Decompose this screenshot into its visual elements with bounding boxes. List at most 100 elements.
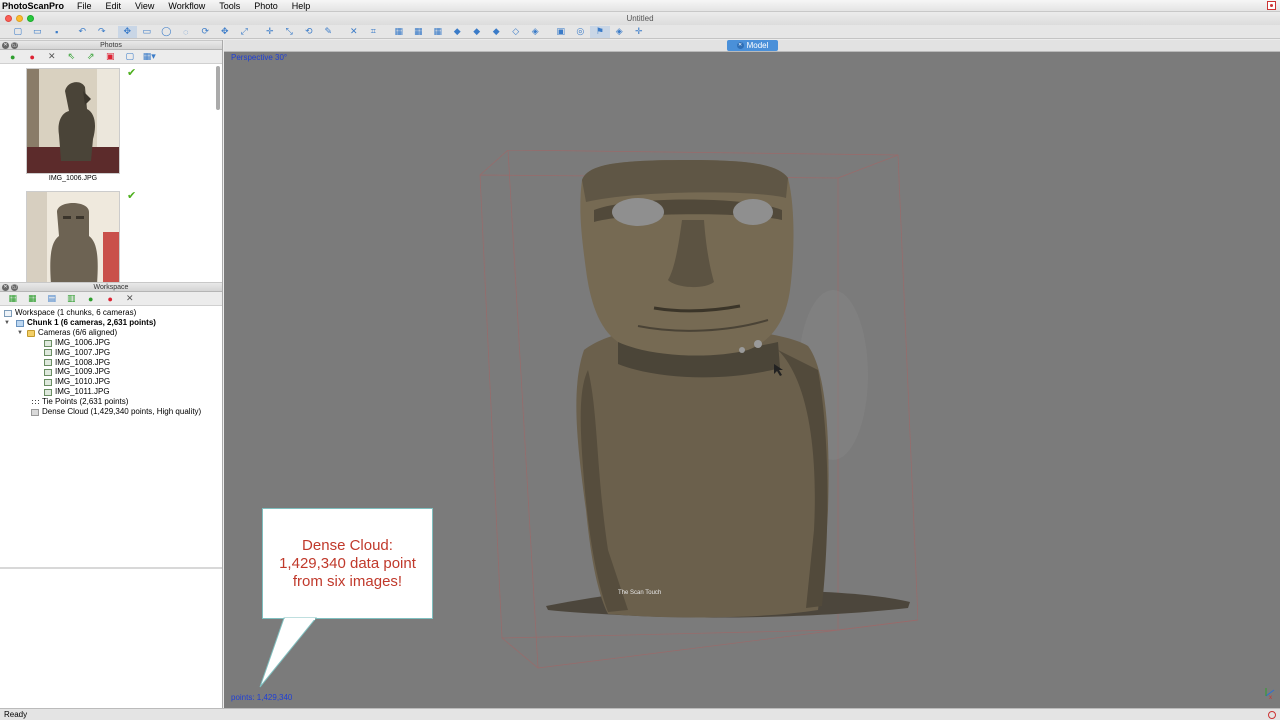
view-mode-icon[interactable]: ▦▾ xyxy=(140,51,160,62)
menu-help[interactable]: Help xyxy=(285,1,318,11)
new-icon[interactable]: ▢ xyxy=(8,26,28,38)
enable-icon[interactable]: ● xyxy=(3,52,23,62)
show-points-icon[interactable]: ▦ xyxy=(409,26,429,38)
add-folder-icon[interactable]: ▤ xyxy=(42,293,62,304)
points-count-readout: points: 1,429,340 xyxy=(231,693,293,702)
delete-icon[interactable]: ✕ xyxy=(344,26,364,38)
menu-photo[interactable]: Photo xyxy=(247,1,285,11)
callout-tail xyxy=(259,617,318,688)
photos-scrollbar[interactable] xyxy=(216,66,220,110)
tree-camera-item[interactable]: IMG_1009.JPG xyxy=(44,367,110,377)
show-model-icon[interactable]: ◆ xyxy=(448,26,468,38)
save-icon[interactable]: ▪ xyxy=(47,26,67,38)
tree-dense-cloud[interactable]: Dense Cloud (1,429,340 points, High qual… xyxy=(31,407,201,417)
open-icon[interactable]: ▭ xyxy=(28,26,48,38)
menu-workflow[interactable]: Workflow xyxy=(161,1,212,11)
menu-view[interactable]: View xyxy=(128,1,161,11)
expand-triangle-icon[interactable]: ▼ xyxy=(4,318,10,328)
float-panel-icon[interactable]: ◱ xyxy=(11,284,18,291)
tree-tie-points[interactable]: Tie Points (2,631 points) xyxy=(31,397,128,407)
photos-pane: IMG_1006.JPG ✔ ✔ xyxy=(0,64,222,282)
tree-workspace[interactable]: Workspace (1 chunks, 6 cameras) xyxy=(4,308,136,318)
rotate-right-icon[interactable]: ⇗ xyxy=(81,51,101,62)
photos-toolbar: ● ● ✕ ⇖ ⇗ ▣ ▢ ▦▾ xyxy=(0,50,222,64)
rotate-left-icon[interactable]: ⇖ xyxy=(62,51,82,62)
close-panel-icon[interactable]: ✕ xyxy=(2,42,9,49)
menu-tools[interactable]: Tools xyxy=(212,1,247,11)
merge-icon[interactable]: ▥ xyxy=(62,293,82,304)
move-region-icon[interactable]: ✛ xyxy=(260,26,280,38)
photo-thumbnail[interactable] xyxy=(26,191,120,282)
close-panel-icon[interactable]: ✕ xyxy=(2,284,9,291)
circle-select-icon[interactable]: ◯ xyxy=(157,26,177,38)
tree-cameras-folder[interactable]: ▼ Cameras (6/6 aligned) xyxy=(17,328,117,338)
tree-camera-item[interactable]: IMG_1006.JPG xyxy=(44,338,110,348)
navigate-icon[interactable]: ✥ xyxy=(117,25,137,38)
menu-edit[interactable]: Edit xyxy=(99,1,129,11)
rect-select-icon[interactable]: ▭ xyxy=(137,26,157,38)
free-select-icon[interactable]: ◌ xyxy=(176,26,196,38)
resize-region-icon[interactable]: ⤡ xyxy=(280,26,300,38)
dense-cloud-model[interactable]: The Scan Touch xyxy=(478,150,918,670)
photos-panel-title: Photos xyxy=(100,42,122,49)
rotate-region-icon[interactable]: ⟲ xyxy=(299,26,319,38)
disable-icon[interactable]: ● xyxy=(101,294,121,304)
tree-label: Chunk 1 (6 cameras, 2,631 points) xyxy=(27,318,156,327)
undo-icon[interactable]: ↶ xyxy=(73,26,93,38)
tree-camera-item[interactable]: IMG_1011.JPG xyxy=(44,387,110,397)
reset-icon[interactable]: ▣ xyxy=(101,51,121,62)
rotate-object-icon[interactable]: ⟳ xyxy=(196,26,216,38)
empty-panel xyxy=(0,567,222,708)
tree-camera-item[interactable]: IMG_1007.JPG xyxy=(44,348,110,358)
close-window-button[interactable] xyxy=(5,15,12,22)
reset-view-icon[interactable]: ✛ xyxy=(629,26,649,38)
show-shaded-icon[interactable]: ◆ xyxy=(467,26,487,38)
float-panel-icon[interactable]: ◱ xyxy=(11,42,18,49)
remove-icon[interactable]: ✕ xyxy=(120,293,140,304)
mask-icon[interactable]: ▢ xyxy=(120,51,140,62)
expand-triangle-icon[interactable]: ▼ xyxy=(17,328,23,338)
add-chunk-icon[interactable]: ▦ xyxy=(3,293,23,304)
show-textured-icon[interactable]: ◈ xyxy=(526,26,546,38)
move-object-icon[interactable]: ✥ xyxy=(215,26,235,38)
show-cameras-icon[interactable]: ▦ xyxy=(389,26,409,38)
tree-camera-item[interactable]: IMG_1010.JPG xyxy=(44,377,110,387)
notification-icon[interactable] xyxy=(1267,1,1276,10)
minimize-window-button[interactable] xyxy=(16,15,23,22)
tree-chunk[interactable]: ▼ Chunk 1 (6 cameras, 2,631 points) xyxy=(4,318,156,328)
enable-icon[interactable]: ● xyxy=(81,294,101,304)
show-dense-icon[interactable]: ▦ xyxy=(428,26,448,38)
show-trackball-icon[interactable]: ◎ xyxy=(571,26,591,38)
add-photos-icon[interactable]: ▦ xyxy=(23,293,43,304)
watermark-label: The Scan Touch xyxy=(618,590,661,596)
zoom-window-button[interactable] xyxy=(27,15,34,22)
model-tab[interactable]: ✕ Model xyxy=(727,40,778,51)
scale-object-icon[interactable]: ⤢ xyxy=(235,26,255,38)
resize-grip-icon[interactable] xyxy=(1268,711,1276,719)
window-controls xyxy=(5,15,34,22)
show-solid-icon[interactable]: ◆ xyxy=(487,26,507,38)
callout-bubble: Dense Cloud: 1,429,340 data point from s… xyxy=(262,508,433,619)
app-menu[interactable]: PhotoScanPro xyxy=(0,1,70,11)
ruler-icon[interactable]: ✎ xyxy=(319,26,339,38)
disable-icon[interactable]: ● xyxy=(23,52,43,62)
photo-thumbnail[interactable] xyxy=(26,68,120,174)
remove-icon[interactable]: ✕ xyxy=(42,51,62,62)
menu-bar: PhotoScanPro File Edit View Workflow Too… xyxy=(0,0,1280,12)
show-region-icon[interactable]: ◈ xyxy=(610,26,630,38)
camera-icon xyxy=(44,349,52,357)
axis-gizmo-icon: x xyxy=(1265,688,1275,700)
tree-label: IMG_1011.JPG xyxy=(55,387,110,396)
tree-camera-item[interactable]: IMG_1008.JPG xyxy=(44,358,110,368)
photo-thumbnail-item[interactable] xyxy=(26,191,120,282)
close-tab-icon[interactable]: ✕ xyxy=(736,42,744,49)
screenshot-icon[interactable]: ▣ xyxy=(551,26,571,38)
show-wireframe-icon[interactable]: ◇ xyxy=(506,26,526,38)
redo-icon[interactable]: ↷ xyxy=(92,26,112,38)
main-toolbar: ▢ ▭ ▪ ↶ ↷ ✥ ▭ ◯ ◌ ⟳ ✥ ⤢ ✛ ⤡ ⟲ ✎ ✕ ⌗ ▦ ▦ ▦ ◆ ◆ ◆ ◇ ◈ ▣ ◎ ⚑ ◈ ✛ xyxy=(0,25,1280,39)
show-markers-icon[interactable]: ⚑ xyxy=(590,25,610,38)
photo-thumbnail-item[interactable]: IMG_1006.JPG xyxy=(26,68,120,182)
tree-label: Workspace (1 chunks, 6 cameras) xyxy=(15,308,137,317)
crop-icon[interactable]: ⌗ xyxy=(364,26,384,38)
menu-file[interactable]: File xyxy=(70,1,99,11)
